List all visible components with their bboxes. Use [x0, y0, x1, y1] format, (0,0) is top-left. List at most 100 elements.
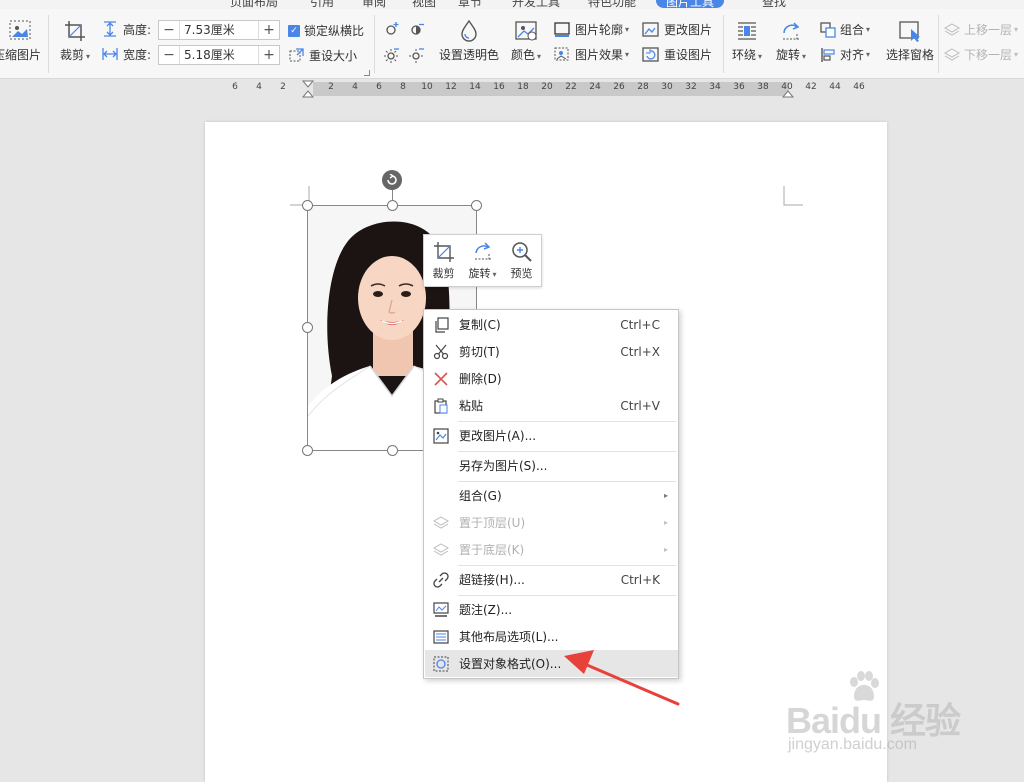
- picture-effects-button[interactable]: 图片效果 ▾: [553, 46, 629, 63]
- reset-size-button[interactable]: 重设大小: [288, 46, 357, 64]
- menu-item-cut[interactable]: 剪切(T) Ctrl+X: [425, 338, 678, 365]
- send-backward-button[interactable]: 下移一层 ▾: [944, 46, 1018, 63]
- set-transparent-color-label: 设置透明色: [438, 48, 499, 62]
- menu-item-bring-to-front[interactable]: 置于顶层(U) ▸: [425, 509, 678, 536]
- ruler-number: 12: [445, 82, 457, 92]
- resize-handle-top-right[interactable]: [471, 200, 482, 211]
- tab-chapter[interactable]: 章节: [458, 0, 482, 9]
- menu-item-delete[interactable]: 删除(D): [425, 365, 678, 392]
- ruler-number: 24: [589, 82, 601, 92]
- menu-item-hyperlink[interactable]: 超链接(H)... Ctrl+K: [425, 566, 678, 593]
- magnifier-icon: [511, 241, 532, 262]
- format-object-icon: [433, 656, 449, 672]
- color-button[interactable]: 颜色 ▾: [507, 19, 545, 63]
- menu-cut-label: 剪切(T): [459, 345, 500, 359]
- separator: [48, 15, 49, 73]
- ruler-number: 6: [232, 82, 238, 92]
- wrap-text-icon: [738, 22, 756, 40]
- menu-save-as-picture-label: 另存为图片(S)...: [459, 459, 548, 473]
- width-spinner[interactable]: − 5.18厘米 +: [158, 45, 280, 65]
- change-picture-button[interactable]: 更改图片: [642, 21, 712, 38]
- mini-crop-button[interactable]: 裁剪: [424, 235, 463, 286]
- mini-preview-button[interactable]: 预览: [502, 235, 541, 286]
- compress-picture-button[interactable]: 压缩图片: [0, 19, 41, 63]
- right-indent-marker-icon[interactable]: [782, 84, 794, 98]
- width-value[interactable]: 5.18厘米: [179, 46, 259, 64]
- tab-page-layout[interactable]: 页面布局: [230, 0, 278, 9]
- separator: [374, 15, 375, 73]
- resize-handle-left[interactable]: [302, 322, 313, 333]
- rotate-handle[interactable]: [382, 170, 402, 190]
- tab-picture-tools[interactable]: 图片工具: [656, 0, 725, 9]
- menu-item-change-picture[interactable]: 更改图片(A)...: [425, 422, 678, 449]
- first-line-indent-marker-icon[interactable]: [302, 80, 314, 98]
- menu-delete-label: 删除(D): [459, 372, 502, 386]
- reset-picture-button[interactable]: 重设图片: [642, 46, 712, 63]
- height-increment-button[interactable]: +: [259, 21, 279, 39]
- menu-item-caption[interactable]: 题注(Z)...: [425, 596, 678, 623]
- menu-item-paste[interactable]: 粘贴 Ctrl+V: [425, 392, 678, 419]
- tab-find[interactable]: 查找: [762, 0, 786, 9]
- width-decrement-button[interactable]: −: [159, 46, 179, 64]
- menu-cut-shortcut: Ctrl+X: [620, 344, 660, 359]
- resize-handle-top[interactable]: [387, 200, 398, 211]
- mini-crop-label: 裁剪: [432, 266, 455, 280]
- width-increment-button[interactable]: +: [259, 46, 279, 64]
- tab-features[interactable]: 特色功能: [588, 0, 636, 9]
- contrast-down-icon: [409, 48, 424, 63]
- tab-view[interactable]: 视图: [412, 0, 436, 9]
- align-button[interactable]: 对齐 ▾: [820, 46, 870, 63]
- bring-forward-button[interactable]: 上移一层 ▾: [944, 21, 1018, 38]
- ruler-number: 34: [709, 82, 721, 92]
- ruler-number: 2: [280, 82, 286, 92]
- ruler-number: 32: [685, 82, 697, 92]
- lock-aspect-ratio-checkbox[interactable]: ✓ 锁定纵横比: [288, 22, 364, 39]
- group-dialog-launcher-icon[interactable]: [364, 70, 370, 76]
- copy-icon: [435, 317, 449, 333]
- mini-rotate-button[interactable]: 旋转 ▾: [463, 235, 502, 286]
- picture-outline-button[interactable]: 图片轮廓 ▾: [553, 21, 629, 38]
- height-value[interactable]: 7.53厘米: [179, 21, 259, 39]
- rotate-button[interactable]: 旋转 ▾: [773, 19, 809, 63]
- menu-item-send-to-back[interactable]: 置于底层(K) ▸: [425, 536, 678, 563]
- delete-x-icon: [434, 372, 448, 386]
- floating-picture-toolbar: 裁剪 旋转 ▾ 预览: [423, 234, 542, 287]
- increase-brightness-button[interactable]: [383, 20, 401, 38]
- menu-item-group[interactable]: 组合(G) ▸: [425, 482, 678, 509]
- height-spinner[interactable]: − 7.53厘米 +: [158, 20, 280, 40]
- decrease-brightness-button[interactable]: [383, 46, 401, 64]
- picture-outline-icon: [554, 21, 570, 37]
- link-icon: [433, 572, 449, 588]
- submenu-arrow-icon: ▸: [663, 545, 668, 554]
- menu-item-save-as-picture[interactable]: 另存为图片(S)...: [425, 452, 678, 479]
- crop-icon: [433, 241, 454, 262]
- decrease-contrast-button[interactable]: [408, 46, 426, 64]
- wrap-text-button[interactable]: 环绕 ▾: [729, 19, 765, 63]
- ruler-number: 2: [328, 82, 334, 92]
- resize-handle-top-left[interactable]: [302, 200, 313, 211]
- tab-dev-tools[interactable]: 开发工具: [512, 0, 560, 9]
- crop-label: 裁剪 ▾: [59, 48, 91, 62]
- horizontal-ruler[interactable]: 6 4 2 2 4 6 8 10 12 14 16 18 20 22 24 26…: [222, 80, 873, 98]
- menu-group-label: 组合(G): [459, 489, 502, 503]
- tab-review[interactable]: 审阅: [362, 0, 386, 9]
- set-transparent-color-button[interactable]: 设置透明色: [438, 19, 500, 63]
- resize-handle-bottom-left[interactable]: [302, 445, 313, 456]
- separator: [938, 15, 939, 73]
- group-button[interactable]: 组合 ▾: [820, 21, 870, 38]
- rotate-icon: [474, 241, 491, 261]
- bring-forward-label: 上移一层: [964, 23, 1013, 37]
- separator: [723, 15, 724, 73]
- resize-handle-bottom[interactable]: [387, 445, 398, 456]
- ruler-number: 28: [637, 82, 649, 92]
- increase-contrast-button[interactable]: [408, 20, 426, 38]
- checkbox-checked-icon: ✓: [288, 24, 300, 37]
- selection-pane-button[interactable]: 选择窗格: [883, 19, 937, 63]
- group-label: 组合: [840, 23, 865, 37]
- compress-picture-icon: [9, 20, 31, 40]
- tab-references[interactable]: 引用: [310, 0, 334, 9]
- crop-button[interactable]: 裁剪 ▾: [57, 19, 93, 63]
- height-decrement-button[interactable]: −: [159, 21, 179, 39]
- paste-clipboard-icon: [434, 398, 448, 414]
- menu-item-copy[interactable]: 复制(C) Ctrl+C: [425, 311, 678, 338]
